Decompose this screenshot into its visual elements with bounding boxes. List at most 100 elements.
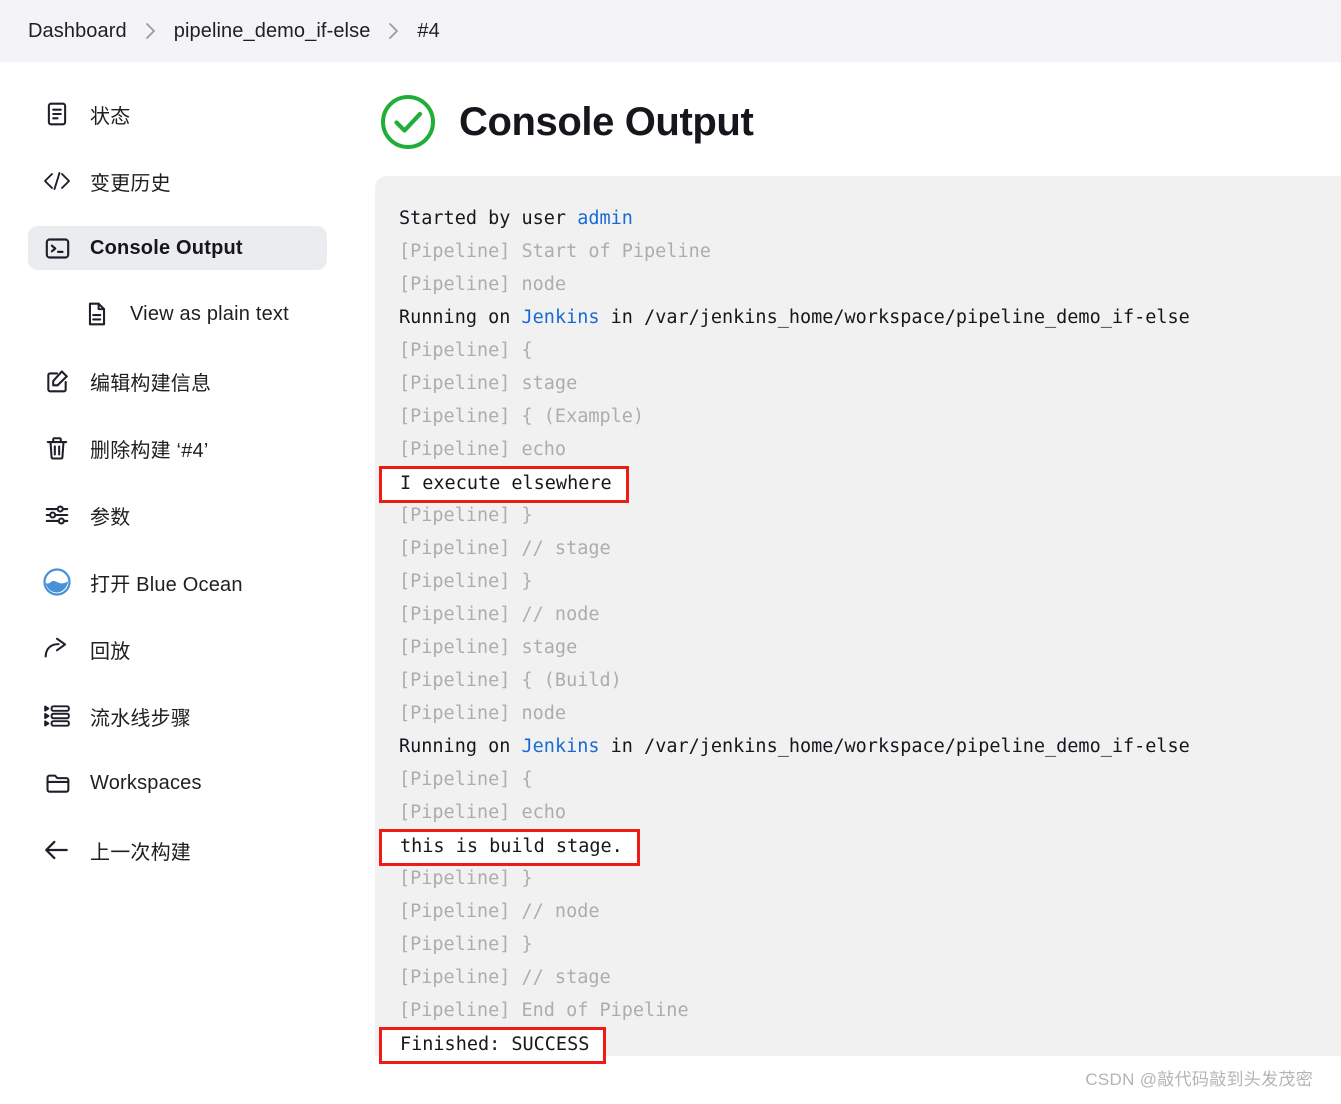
sidebar-item-label: Console Output — [90, 236, 243, 259]
console-line: [Pipeline] Start of Pipeline — [375, 235, 1341, 268]
console-line: [Pipeline] { — [375, 334, 1341, 367]
sidebar-item-console-output[interactable]: Console Output — [28, 226, 327, 270]
sidebar-item-label: 删除构建 ‘#4’ — [90, 439, 209, 462]
console-text: Running on — [399, 736, 522, 757]
console-link[interactable]: Jenkins — [522, 736, 600, 757]
console-line: [Pipeline] } — [375, 862, 1341, 895]
console-text: this is build stage. — [400, 836, 623, 857]
console-text: I execute elsewhere — [400, 473, 612, 494]
sidebar-item-label: 回放 — [90, 640, 131, 663]
breadcrumb-item-job[interactable]: pipeline_demo_if-else — [174, 20, 371, 43]
replay-icon — [42, 634, 72, 664]
console-link[interactable]: Jenkins — [522, 307, 600, 328]
console-link[interactable]: admin — [577, 208, 633, 229]
red-annotation-box: Finished: SUCCESS — [379, 1027, 607, 1064]
console-text: [Pipeline] } — [399, 571, 533, 592]
sidebar-item-replay[interactable]: 回放 — [28, 627, 327, 671]
breadcrumb-item-dashboard[interactable]: Dashboard — [28, 20, 127, 43]
console-text: [Pipeline] { (Build) — [399, 670, 622, 691]
console-text: [Pipeline] } — [399, 934, 533, 955]
console-text: [Pipeline] node — [399, 274, 567, 295]
success-check-circle-icon — [379, 93, 437, 151]
main-content: Console Output Started by user admin [Pip… — [375, 62, 1341, 1104]
page-title: Console Output — [459, 99, 754, 144]
console-line: Running on Jenkins in /var/jenkins_home/… — [375, 301, 1341, 334]
console-text: [Pipeline] } — [399, 868, 533, 889]
console-line: Started by user admin — [375, 202, 1341, 235]
chevron-right-icon — [370, 22, 417, 40]
console-output-panel[interactable]: Started by user admin [Pipeline] Start of… — [375, 176, 1341, 1064]
blue-ocean-icon — [42, 567, 72, 597]
console-line: [Pipeline] { (Example) — [375, 400, 1341, 433]
console-line: [Pipeline] node — [375, 268, 1341, 301]
sidebar-item-label: 参数 — [90, 506, 131, 529]
console-text: [Pipeline] stage — [399, 373, 578, 394]
console-text: [Pipeline] // stage — [399, 538, 611, 559]
sliders-icon — [42, 500, 72, 530]
page-header: Console Output — [375, 74, 1341, 170]
console-text: Running on — [399, 307, 522, 328]
sidebar-item-label: 变更历史 — [90, 172, 171, 195]
console-text: in /var/jenkins_home/workspace/pipeline_… — [599, 307, 1190, 328]
console-line: [Pipeline] stage — [375, 631, 1341, 664]
trash-icon — [42, 433, 72, 463]
console-line: [Pipeline] // stage — [375, 532, 1341, 565]
console-line-highlighted: I execute elsewhere — [375, 466, 1341, 503]
sidebar-item-label: 状态 — [90, 105, 131, 128]
file-text-icon — [82, 299, 112, 329]
console-text: Finished: SUCCESS — [400, 1034, 590, 1055]
console-line-highlighted: this is build stage. — [375, 829, 1341, 866]
edit-icon — [42, 366, 72, 396]
console-line: [Pipeline] stage — [375, 367, 1341, 400]
sidebar-item-open-blue-ocean[interactable]: 打开 Blue Ocean — [28, 560, 327, 604]
console-text: [Pipeline] End of Pipeline — [399, 1000, 689, 1021]
sidebar-item-label: 编辑构建信息 — [90, 372, 212, 395]
console-text: [Pipeline] { (Example) — [399, 406, 645, 427]
sidebar-item-workspaces[interactable]: Workspaces — [28, 761, 327, 805]
document-icon — [42, 99, 72, 129]
breadcrumb: Dashboard pipeline_demo_if-else #4 — [0, 0, 1341, 62]
console-text: [Pipeline] // node — [399, 604, 600, 625]
console-line: [Pipeline] { (Build) — [375, 664, 1341, 697]
sidebar: 状态 变更历史 Console Output View as plain tex… — [0, 62, 375, 1104]
console-text: [Pipeline] echo — [399, 802, 567, 823]
console-text: [Pipeline] { — [399, 769, 533, 790]
console-line: [Pipeline] } — [375, 499, 1341, 532]
chevron-right-icon — [127, 22, 174, 40]
console-line: [Pipeline] { — [375, 763, 1341, 796]
console-text: [Pipeline] echo — [399, 439, 567, 460]
console-line: [Pipeline] // stage — [375, 961, 1341, 994]
console-text: [Pipeline] // stage — [399, 967, 611, 988]
console-line: [Pipeline] echo — [375, 433, 1341, 466]
sidebar-item-view-as-plain-text[interactable]: View as plain text — [68, 292, 327, 336]
breadcrumb-item-build[interactable]: #4 — [417, 20, 439, 43]
red-annotation-box: I execute elsewhere — [379, 466, 629, 503]
console-line: [Pipeline] echo — [375, 796, 1341, 829]
page-body: 状态 变更历史 Console Output View as plain tex… — [0, 62, 1341, 1104]
sidebar-item-edit-build-information[interactable]: 编辑构建信息 — [28, 359, 327, 403]
sidebar-item-changes[interactable]: 变更历史 — [28, 159, 327, 203]
console-text: [Pipeline] // node — [399, 901, 600, 922]
console-line: [Pipeline] // node — [375, 598, 1341, 631]
console-line: [Pipeline] node — [375, 697, 1341, 730]
sidebar-item-pipeline-steps[interactable]: 流水线步骤 — [28, 694, 327, 738]
console-line-highlighted: Finished: SUCCESS — [375, 1027, 1341, 1064]
steps-icon — [42, 701, 72, 731]
console-text: [Pipeline] Start of Pipeline — [399, 241, 711, 262]
red-annotation-box: this is build stage. — [379, 829, 640, 866]
terminal-icon — [42, 233, 72, 263]
console-text: Started by user — [399, 208, 578, 229]
sidebar-item-previous-build[interactable]: 上一次构建 — [28, 828, 327, 872]
console-text: [Pipeline] } — [399, 505, 533, 526]
console-text: in /var/jenkins_home/workspace/pipeline_… — [599, 736, 1190, 757]
arrow-left-icon — [42, 835, 72, 865]
console-text: [Pipeline] node — [399, 703, 567, 724]
sidebar-item-status[interactable]: 状态 — [28, 92, 327, 136]
sidebar-item-parameters[interactable]: 参数 — [28, 493, 327, 537]
sidebar-item-delete-build[interactable]: 删除构建 ‘#4’ — [28, 426, 327, 470]
sidebar-item-label: View as plain text — [130, 302, 289, 325]
sidebar-item-label: Workspaces — [90, 771, 202, 794]
code-icon — [42, 166, 72, 196]
console-line: [Pipeline] } — [375, 928, 1341, 961]
console-line: [Pipeline] End of Pipeline — [375, 994, 1341, 1027]
